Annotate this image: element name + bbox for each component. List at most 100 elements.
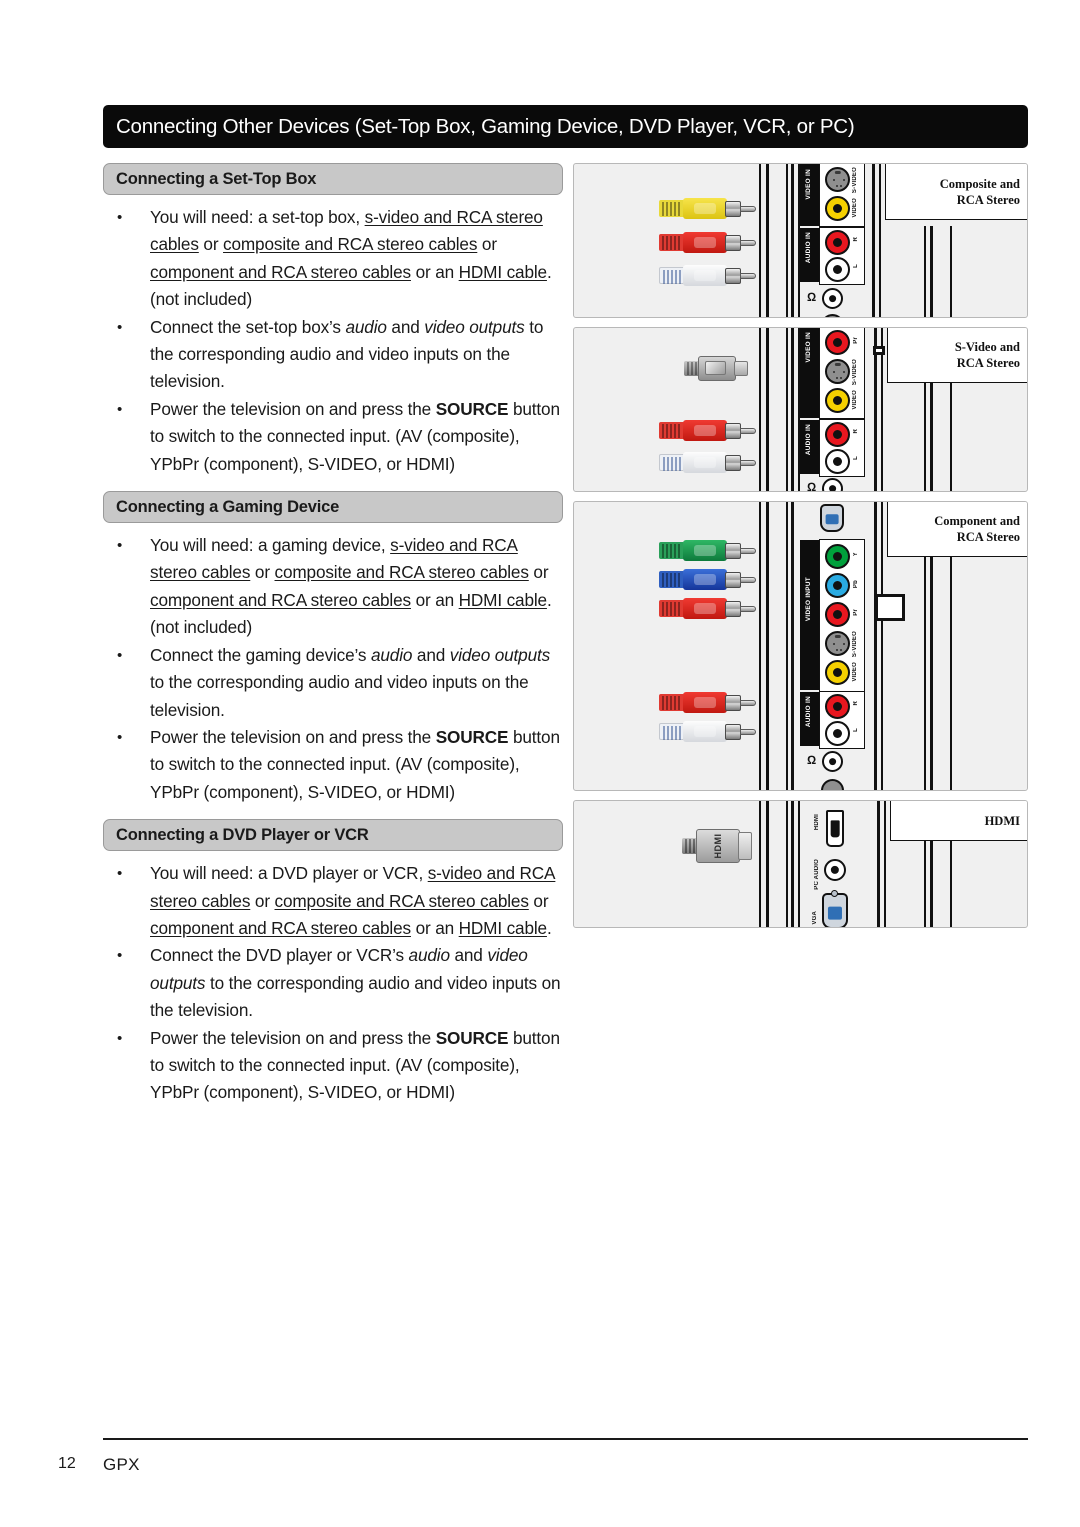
bullet-text-run: composite and RCA stereo cables xyxy=(223,234,478,255)
tv-bezel-line xyxy=(924,837,926,927)
bullet-item: Connect the gaming device’s audio and vi… xyxy=(103,642,563,724)
component-port-y[interactable] xyxy=(825,544,850,569)
footer-page-number: 12 xyxy=(58,1455,76,1472)
bullet-text-run: audio xyxy=(345,316,387,337)
headphone-jack-port[interactable] xyxy=(822,478,843,491)
bullet-item: Power the television on and press the SO… xyxy=(103,724,563,806)
rca-plug-white-audio xyxy=(659,721,759,742)
vga-socket-partial[interactable] xyxy=(821,779,844,790)
tv-bezel-line xyxy=(950,837,952,927)
s-video-port[interactable] xyxy=(825,359,850,384)
bullet-text-run: component and RCA stereo cables xyxy=(150,589,411,610)
rca-plug-yellow xyxy=(659,198,759,219)
pc-audio-jack-port[interactable] xyxy=(824,859,846,881)
bullet-text-run: or xyxy=(477,234,497,255)
bullet-text-run: HDMI cable xyxy=(458,261,547,282)
audio-port-left[interactable] xyxy=(825,721,850,746)
component-port-pb[interactable] xyxy=(825,573,850,598)
bullet-text-run: and xyxy=(386,316,425,337)
vga-socket[interactable] xyxy=(820,504,844,532)
port-label: VIDEO xyxy=(852,390,858,410)
port-label: R xyxy=(853,237,859,242)
audio-port-right[interactable] xyxy=(825,230,850,255)
tv-bezel-line xyxy=(791,801,794,927)
tv-bezel-line xyxy=(877,801,880,927)
vga-socket[interactable] xyxy=(822,893,848,927)
section-heading-dvd-vcr: Connecting a DVD Player or VCR xyxy=(103,819,563,852)
bullet-list-dvd-vcr: You will need: a DVD player or VCR, s-vi… xyxy=(103,860,563,1107)
port-group-audio-in: AUDIO IN R L xyxy=(800,419,865,477)
port-label: L xyxy=(853,728,859,732)
tv-bezel-line xyxy=(786,328,788,491)
hdmi-plug-label: HDMI xyxy=(713,833,723,859)
bullet-item: Power the television on and press the SO… xyxy=(103,1025,563,1107)
bullet-text-run: SOURCE xyxy=(435,726,509,747)
tv-bezel-line xyxy=(791,328,794,491)
headphone-icon: Ω xyxy=(807,480,817,492)
s-video-port[interactable] xyxy=(825,631,850,656)
audio-port-right[interactable] xyxy=(825,422,850,447)
bullet-text-run: audio xyxy=(370,644,413,665)
audio-port-left[interactable] xyxy=(825,449,850,474)
bullet-text-run: or an xyxy=(410,589,459,610)
tv-bezel-line xyxy=(924,383,926,491)
port-label: R xyxy=(853,701,859,706)
tv-bezel-line xyxy=(924,554,926,790)
bullet-text-run: or xyxy=(198,234,224,255)
audio-port-right[interactable] xyxy=(825,694,850,719)
bullet-text-run: You will need: a gaming device, xyxy=(150,535,391,556)
port-label: Pr xyxy=(853,609,859,616)
video-port[interactable] xyxy=(825,196,850,221)
s-video-port[interactable] xyxy=(825,167,850,192)
bullet-text-run: You will need: a set-top box, xyxy=(150,207,365,227)
callout-line: RCA Stereo xyxy=(956,192,1020,207)
tv-bezel-line xyxy=(786,801,788,927)
rca-plug-green xyxy=(659,540,759,561)
bezel-tab xyxy=(873,346,885,355)
port-group-label: AUDIO IN xyxy=(805,696,812,728)
vga-socket-partial[interactable] xyxy=(821,314,844,317)
jack-box: R L xyxy=(819,227,865,285)
bullet-item: Connect the DVD player or VCR’s audio an… xyxy=(103,942,563,1024)
bullet-item: Connect the set-top box’s audio and vide… xyxy=(103,314,563,396)
bullet-text-run: or an xyxy=(410,917,459,938)
bullet-text-run: Power the television on and press the xyxy=(150,1027,436,1048)
bullet-text-run: Power the television on and press the xyxy=(150,398,436,419)
video-port[interactable] xyxy=(825,660,850,685)
bullet-text-run: HDMI cable xyxy=(458,917,547,938)
headphone-jack-port[interactable] xyxy=(822,751,843,772)
tv-bezel-line xyxy=(766,502,769,790)
callout-line: RCA Stereo xyxy=(956,530,1020,544)
component-port-pr[interactable] xyxy=(825,330,850,355)
bullet-text-run: or an xyxy=(410,261,459,282)
headphone-icon: Ω xyxy=(807,290,817,304)
port-label: Y xyxy=(853,552,859,557)
video-port[interactable] xyxy=(825,388,850,413)
bullet-text-run: SOURCE xyxy=(435,1027,509,1048)
bullet-text-run: composite and RCA stereo cables xyxy=(274,562,529,583)
bullet-list-gaming-device: You will need: a gaming device, s-video … xyxy=(103,532,563,806)
tv-bezel-line xyxy=(791,502,794,790)
bullet-text-run: or xyxy=(528,562,549,583)
component-port-pr[interactable] xyxy=(825,602,850,627)
tv-bezel-line xyxy=(759,801,761,927)
hdmi-socket-port[interactable] xyxy=(826,810,844,847)
port-group-label: VIDEO INPUT xyxy=(805,577,812,622)
rca-plug-red xyxy=(659,232,759,253)
tv-bezel-line xyxy=(798,801,800,927)
bullet-text-run: component and RCA stereo cables xyxy=(150,917,411,938)
headphone-jack-port[interactable] xyxy=(822,288,843,309)
bullet-text-run: Connect the set-top box’s xyxy=(150,316,346,337)
tv-bezel-line xyxy=(950,226,952,317)
port-label: L xyxy=(853,264,859,268)
page-title-bar: Connecting Other Devices (Set-Top Box, G… xyxy=(103,105,1028,148)
audio-port-left[interactable] xyxy=(825,257,850,282)
bullet-text-run: and xyxy=(449,945,488,966)
bullet-item: You will need: a set-top box, s-video an… xyxy=(103,204,563,314)
callout-line: Component and xyxy=(934,514,1020,528)
section-heading-label: Connecting a Gaming Device xyxy=(116,497,340,516)
tv-bezel-line xyxy=(884,801,886,927)
bullet-item: You will need: a gaming device, s-video … xyxy=(103,532,563,642)
jack-box: R L xyxy=(819,419,865,477)
port-label: Pr xyxy=(853,337,859,344)
